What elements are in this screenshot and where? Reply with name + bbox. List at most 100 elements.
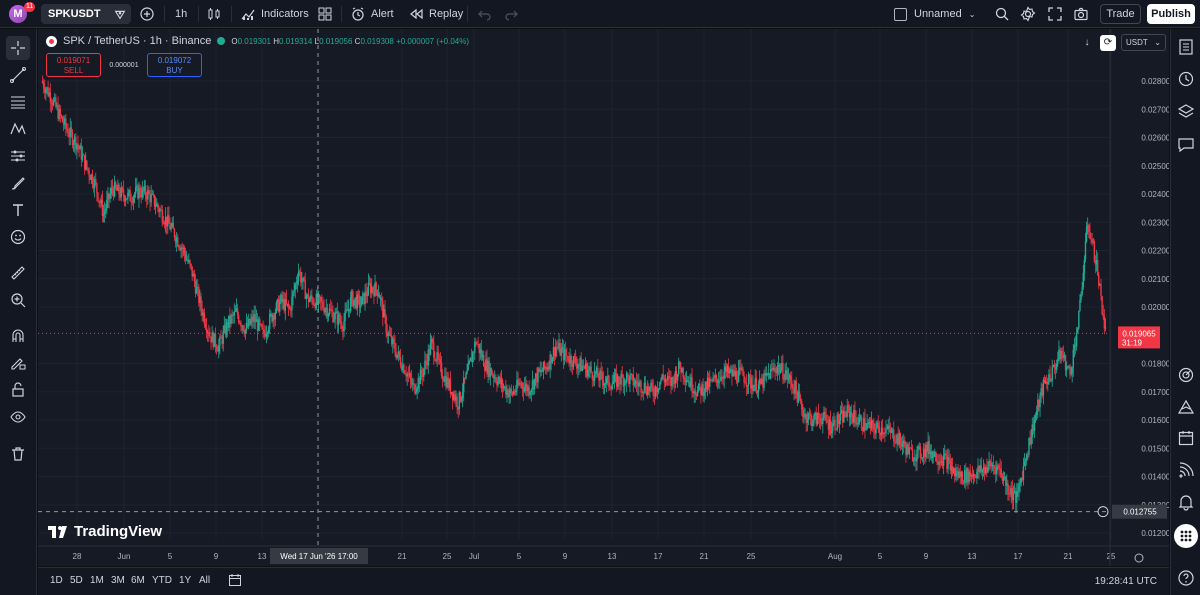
compare-symbol-button[interactable] (139, 4, 155, 24)
pattern-tool[interactable] (6, 117, 30, 141)
change-value: +0.000007 (+0.04%) (396, 36, 470, 46)
price-chart-svg[interactable]: 0.028000 0.027000 0.026000 0.025000 0.024000… (38, 29, 1169, 566)
quick-search-button[interactable] (994, 4, 1010, 24)
stay-drawing-tool[interactable] (6, 351, 30, 375)
interval-button[interactable]: 1h (175, 4, 187, 24)
chats-button[interactable] (1174, 133, 1198, 157)
candle-body (70, 127, 73, 133)
forecast-tool[interactable] (6, 144, 30, 168)
x-tick-label: 25 (747, 552, 756, 561)
trend-line-tool[interactable] (6, 63, 30, 87)
candle-body (372, 287, 374, 291)
date-range-button[interactable] (228, 573, 242, 590)
publish-button[interactable]: Publish (1147, 4, 1195, 24)
range-ytd-button[interactable]: YTD (152, 575, 172, 586)
symbol-search-button[interactable]: SPKUSDT (41, 4, 131, 24)
candle-body (676, 374, 679, 381)
technicals-button[interactable] (1174, 363, 1198, 387)
alerts-panel-button[interactable] (1174, 67, 1198, 91)
brush-icon (11, 177, 25, 190)
candle-body (129, 190, 131, 202)
layout-menu-button[interactable]: Unnamed ⌄ (894, 4, 975, 24)
remove-drawings-tool[interactable] (6, 442, 30, 466)
y-tick-label: 0.027000 (1141, 105, 1169, 114)
x-tick-label: Aug (828, 552, 842, 561)
candle-body (1036, 410, 1038, 416)
candle-body (300, 271, 302, 283)
y-tick-label: 0.017000 (1141, 388, 1169, 397)
candle-body (523, 386, 526, 392)
candle-body (992, 464, 995, 468)
help-button[interactable] (1174, 566, 1198, 590)
snapshot-button[interactable] (1073, 4, 1089, 24)
currency-select[interactable]: USDT ⌄ (1121, 34, 1166, 51)
utc-clock[interactable]: 19:28:41 UTC (1095, 576, 1157, 587)
candle-body (784, 373, 786, 380)
candle-body (1096, 259, 1099, 276)
layout-name-label: Unnamed (914, 8, 962, 20)
range-3m-button[interactable]: 3M (111, 575, 125, 586)
candle-body (1088, 225, 1090, 233)
indicators-button[interactable]: Indicators (240, 4, 309, 24)
candle-body (238, 315, 240, 323)
candle-body (274, 312, 277, 320)
alert-label: Alert (371, 8, 394, 20)
trade-button[interactable]: Trade (1100, 4, 1141, 24)
chart-type-button[interactable] (206, 4, 222, 24)
redo-icon (505, 10, 518, 21)
candle-body (642, 391, 644, 393)
candle-body (635, 380, 638, 384)
candle-body (416, 388, 418, 392)
buy-button[interactable]: 0.019072 BUY (147, 53, 202, 77)
ideas-button[interactable] (1174, 395, 1198, 419)
text-tool[interactable] (6, 198, 30, 222)
ruler-tool[interactable] (6, 261, 30, 285)
zoom-tool[interactable] (6, 288, 30, 312)
range-1d-button[interactable]: 1D (50, 575, 63, 586)
candle-body (263, 329, 265, 334)
settings-button[interactable] (1020, 4, 1036, 24)
candle-body (1023, 461, 1026, 467)
candle-body (795, 381, 797, 392)
chart-pane[interactable]: 0.028000 0.027000 0.026000 0.025000 0.024000… (38, 29, 1169, 566)
notifications-button[interactable] (1174, 490, 1198, 514)
brush-tool[interactable] (6, 171, 30, 195)
calendar-button[interactable] (1174, 426, 1198, 450)
scroll-to-latest-button[interactable]: ↓ (1079, 35, 1095, 51)
replay-button[interactable]: Replay (408, 4, 463, 24)
candle-body (911, 449, 914, 461)
candle-body (1071, 367, 1073, 374)
sell-button[interactable]: 0.019071 SELL (46, 53, 101, 77)
candle-body (839, 412, 842, 421)
fib-tool[interactable] (6, 90, 30, 114)
candle-body (1018, 484, 1020, 491)
emoji-tool[interactable] (6, 225, 30, 249)
lock-drawings-tool[interactable] (6, 378, 30, 402)
candle-body (588, 369, 590, 371)
x-tick-label: Jun (118, 552, 131, 561)
candle-body (41, 81, 44, 83)
candle-body (873, 423, 875, 430)
candle-body (904, 440, 906, 447)
layouts-button[interactable] (317, 4, 333, 24)
streams-button[interactable] (1174, 458, 1198, 482)
undo-button[interactable] (477, 4, 493, 24)
magnet-tool[interactable] (6, 324, 30, 348)
range-6m-button[interactable]: 6M (131, 575, 145, 586)
range-5d-button[interactable]: 5D (70, 575, 83, 586)
candle-body (45, 89, 47, 93)
products-button[interactable] (1174, 524, 1198, 548)
range-all-button[interactable]: All (199, 575, 210, 586)
hide-drawings-tool[interactable] (6, 405, 30, 429)
crosshair-tool[interactable] (6, 36, 30, 60)
range-1y-button[interactable]: 1Y (179, 575, 191, 586)
range-1m-button[interactable]: 1M (90, 575, 104, 586)
candle-body (658, 388, 660, 390)
object-tree-button[interactable] (1174, 99, 1198, 123)
fullscreen-button[interactable] (1047, 4, 1063, 24)
auto-scale-button[interactable]: ⟳ (1100, 34, 1116, 51)
alert-button[interactable]: Alert (350, 4, 394, 24)
watchlist-button[interactable] (1174, 35, 1198, 59)
legend-title[interactable]: SPK / TetherUS · 1h · Binance (63, 35, 211, 47)
redo-button[interactable] (503, 4, 519, 24)
